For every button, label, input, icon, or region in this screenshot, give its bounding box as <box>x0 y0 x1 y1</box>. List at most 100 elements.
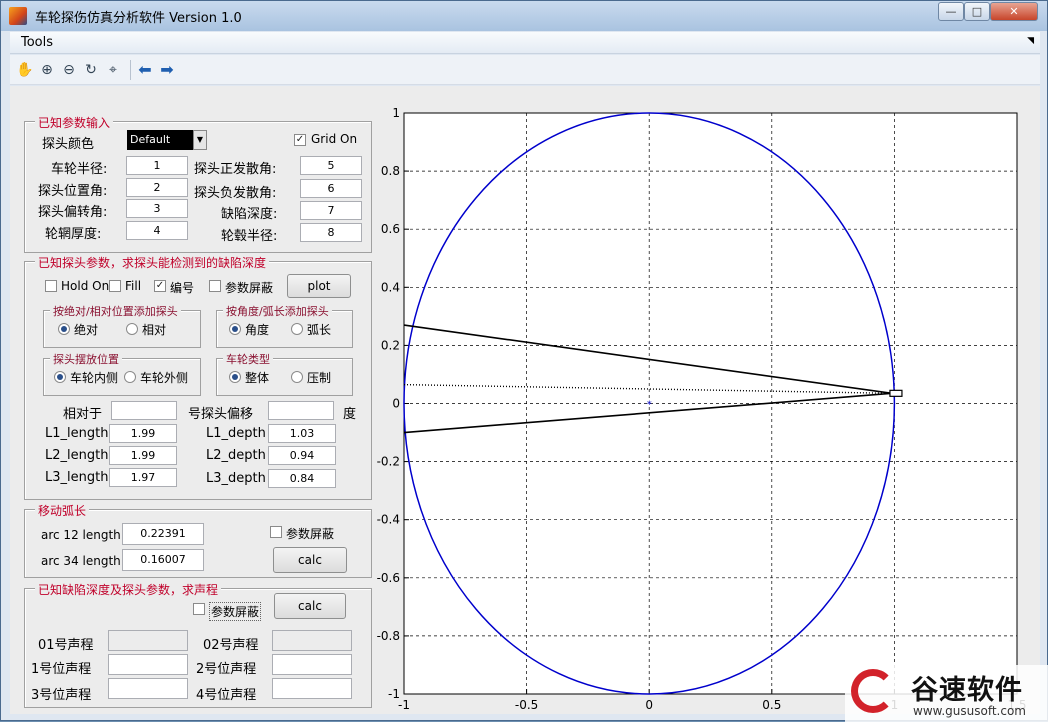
y-tick-label: 0 <box>392 397 400 411</box>
menu-tools[interactable]: Tools <box>21 35 53 50</box>
hide-params-label: 参数屏蔽 <box>209 602 262 621</box>
pos2-sound-path-field[interactable] <box>272 654 352 675</box>
absolute-radio[interactable] <box>58 323 70 335</box>
menu-dock-arrow-icon[interactable]: ◥ <box>1027 36 1034 46</box>
rim-thickness-field[interactable]: 4 <box>126 221 188 240</box>
probe-position-angle-field[interactable]: 2 <box>126 178 188 197</box>
relative-to-field[interactable] <box>111 401 177 420</box>
l2-depth-field[interactable]: 0.94 <box>268 446 336 465</box>
wheel-radius-field[interactable]: 1 <box>126 156 188 175</box>
group-title: 按绝对/相对位置添加探头 <box>50 303 181 319</box>
y-tick-label: 0.8 <box>381 164 400 178</box>
solid-wheel-label: 整体 <box>245 371 270 385</box>
l2-length-label: L2_length <box>45 448 109 463</box>
plot-svg: -1-0.500.511.510.80.60.40.20-0.2-0.4-0.6… <box>377 106 1027 712</box>
wheel-outer-label: 车轮外侧 <box>140 371 189 385</box>
hide-params-checkbox[interactable] <box>270 526 282 538</box>
maximize-button[interactable]: □ <box>964 2 990 21</box>
panel-move-arc: 移动弧长 arc 12 length 0.22391 arc 34 length… <box>24 502 372 578</box>
pan-icon[interactable]: ✋ <box>16 61 34 79</box>
sound-path-01-field[interactable] <box>108 630 188 651</box>
panel-title: 移动弧长 <box>35 502 90 519</box>
plot-axes[interactable]: -1-0.500.511.510.80.60.40.20-0.2-0.4-0.6… <box>377 106 1027 712</box>
minimize-button[interactable]: — <box>938 2 964 21</box>
plot-button[interactable]: plot <box>287 274 351 298</box>
arc-length-label: 弧长 <box>307 323 332 337</box>
pos4-sound-path-field[interactable] <box>272 678 352 699</box>
sound-path-02-field[interactable] <box>272 630 352 651</box>
y-tick-label: -0.4 <box>377 513 400 527</box>
hub-radius-label: 轮毂半径: <box>221 229 278 244</box>
probe-pos-divergence-field[interactable]: 5 <box>300 156 362 175</box>
data-cursor-icon[interactable]: ⌖ <box>104 61 122 79</box>
degree-label: 度 <box>343 407 357 422</box>
window-title: 车轮探伤仿真分析软件 Version 1.0 <box>35 11 242 26</box>
panel-known-params: 已知参数输入 探头颜色 Default ▼ ✓ Grid On 车轮半径: 1 … <box>24 114 372 253</box>
app-window: 车轮探伤仿真分析软件 Version 1.0 — □ ✕ Tools ◥ ✋ ⊕… <box>0 0 1048 722</box>
pressed-wheel-radio[interactable] <box>291 371 303 383</box>
close-button[interactable]: ✕ <box>990 2 1038 21</box>
panel-title: 已知参数输入 <box>35 114 114 131</box>
pos1-sound-path-field[interactable] <box>108 654 188 675</box>
l2-depth-label: L2_depth <box>206 448 266 463</box>
rotate-3d-icon[interactable]: ↻ <box>82 61 100 79</box>
l2-length-field[interactable]: 1.99 <box>109 446 177 465</box>
probe-color-label: 探头颜色 <box>42 137 95 152</box>
chevron-down-icon[interactable]: ▼ <box>193 130 207 150</box>
hold-on-checkbox[interactable] <box>45 280 57 292</box>
l1-depth-field[interactable]: 1.03 <box>268 424 336 443</box>
hide-params-checkbox[interactable] <box>209 280 221 292</box>
sound-path-01-label: 01号声程 <box>38 638 94 653</box>
y-tick-label: -0.2 <box>377 455 400 469</box>
angle-radio[interactable] <box>229 323 241 335</box>
x-tick-label: -0.5 <box>515 698 538 712</box>
zoom-in-icon[interactable]: ⊕ <box>38 61 56 79</box>
group-abs-rel-position: 按绝对/相对位置添加探头 绝对 相对 <box>43 303 201 348</box>
l1-length-field[interactable]: 1.99 <box>109 424 177 443</box>
defect-depth-field[interactable]: 7 <box>300 201 362 220</box>
l3-length-label: L3_length <box>45 470 109 485</box>
hub-radius-field[interactable]: 8 <box>300 223 362 242</box>
fill-checkbox[interactable] <box>109 280 121 292</box>
pos3-sound-path-field[interactable] <box>108 678 188 699</box>
calc-button[interactable]: calc <box>273 547 347 573</box>
group-wheel-type: 车轮类型 整体 压制 <box>216 351 353 396</box>
figure-area: 已知参数输入 探头颜色 Default ▼ ✓ Grid On 车轮半径: 1 … <box>10 86 1040 714</box>
panel-title: 已知探头参数，求探头能检测到的缺陷深度 <box>35 254 270 271</box>
probe-neg-divergence-field[interactable]: 6 <box>300 179 362 198</box>
hide-params-label: 参数屏蔽 <box>225 281 274 295</box>
calc-button-2[interactable]: calc <box>274 593 346 619</box>
probe-deflection-angle-field[interactable]: 3 <box>126 199 188 218</box>
forward-arrow-icon[interactable]: ➡ <box>158 61 176 79</box>
l3-depth-field[interactable]: 0.84 <box>268 469 336 488</box>
defect-depth-label: 缺陷深度: <box>221 207 278 222</box>
grid-on-checkbox[interactable]: ✓ <box>294 134 306 146</box>
group-title: 车轮类型 <box>223 351 273 367</box>
zoom-out-icon[interactable]: ⊖ <box>60 61 78 79</box>
probe-deflection-angle-label: 探头偏转角: <box>38 205 108 220</box>
arc34-field[interactable]: 0.16007 <box>122 549 204 571</box>
wheel-inner-radio[interactable] <box>54 371 66 383</box>
back-arrow-icon[interactable]: ⬅ <box>136 61 154 79</box>
hold-on-label: Hold On <box>61 279 110 293</box>
l1-depth-label: L1_depth <box>206 426 266 441</box>
hide-params-checkbox[interactable] <box>193 603 205 615</box>
l3-length-field[interactable]: 1.97 <box>109 468 177 487</box>
y-tick-label: -0.8 <box>377 629 400 643</box>
probe-offset-field[interactable] <box>268 401 334 420</box>
x-tick-label: 0 <box>645 698 653 712</box>
logo-url: www.gususoft.com <box>913 704 1026 718</box>
arc12-field[interactable]: 0.22391 <box>122 523 204 545</box>
arc-length-radio[interactable] <box>291 323 303 335</box>
grid-on-label: Grid On <box>311 132 358 146</box>
rim-thickness-label: 轮辋厚度: <box>45 227 102 242</box>
l1-length-label: L1_length <box>45 426 109 441</box>
probe-color-select[interactable]: Default <box>127 130 193 150</box>
y-tick-label: -0.6 <box>377 571 400 585</box>
solid-wheel-radio[interactable] <box>229 371 241 383</box>
relative-radio[interactable] <box>126 323 138 335</box>
arc34-label: arc 34 length <box>41 554 121 568</box>
panel-sound-path: 已知缺陷深度及探头参数，求声程 参数屏蔽 calc 01号声程 02号声程 1号… <box>24 581 372 708</box>
wheel-outer-radio[interactable] <box>124 371 136 383</box>
numbering-checkbox[interactable]: ✓ <box>154 280 166 292</box>
